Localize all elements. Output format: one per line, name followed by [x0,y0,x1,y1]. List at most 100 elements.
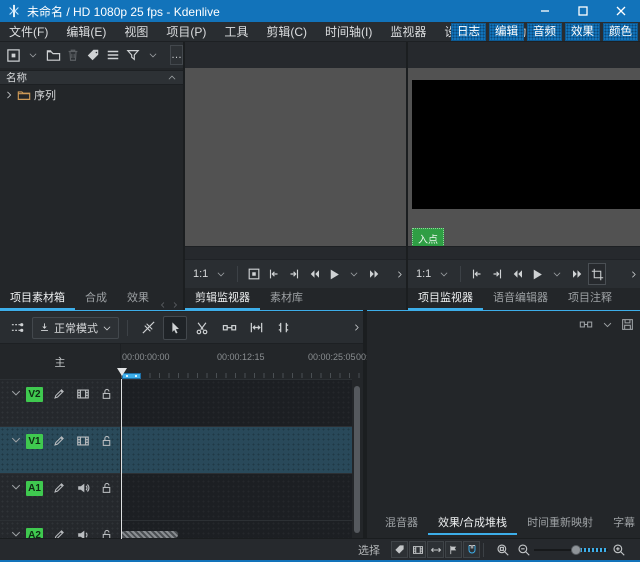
forward-button[interactable] [568,263,586,285]
track-lane-v1[interactable] [121,426,352,473]
toolbar-extender[interactable] [395,260,404,288]
slip-tool-button[interactable] [271,316,295,340]
spacer-tool-button[interactable] [217,316,241,340]
track-header-v2[interactable]: V2 [0,379,121,426]
play-button[interactable] [528,263,546,285]
tab-project-notes[interactable]: 项目注释 [558,288,622,310]
filter-button[interactable] [124,44,142,66]
snap-toggle-button[interactable] [463,541,480,558]
markers-toggle-button[interactable] [445,541,462,558]
tab-clip-monitor[interactable]: 剪辑监视器 [185,288,260,310]
create-folder-button[interactable] [44,44,62,66]
view-list-button[interactable] [104,44,122,66]
track-header-a1[interactable]: A1 [0,473,121,520]
tab-mixer[interactable]: 混音器 [375,513,428,535]
forward-button[interactable] [365,263,383,285]
track-effects-icon[interactable] [53,481,66,494]
play-button[interactable] [325,263,343,285]
zoom-in-button[interactable] [610,541,628,559]
workspace-logging[interactable]: 日志 [451,23,486,41]
tab-effects[interactable]: 效果 [117,288,159,310]
zoom-dropdown-icon[interactable] [435,263,453,285]
monitor-zone-button[interactable] [245,263,263,285]
zoom-fit-button[interactable] [494,541,512,559]
lock-track-icon[interactable] [100,434,113,447]
project-monitor-seek-ruler[interactable] [408,246,640,259]
add-clip-button[interactable] [4,44,22,66]
menu-tool[interactable]: 工具 [215,22,257,42]
hide-video-icon[interactable] [76,387,90,401]
project-monitor-screen[interactable]: 入点 [408,68,640,249]
workspace-audio[interactable]: 音频 [527,23,562,41]
clip-monitor-screen[interactable] [185,68,406,246]
tab-project-monitor[interactable]: 项目监视器 [408,288,483,310]
menu-timeline[interactable]: 时间轴(I) [316,22,381,42]
close-button[interactable] [602,0,640,22]
toolbar-extender[interactable] [629,260,638,288]
rewind-button[interactable] [305,263,323,285]
tag-button[interactable] [84,44,102,66]
hide-video-icon[interactable] [76,434,90,448]
menu-monitor[interactable]: 监视器 [381,22,435,42]
track-header-v1[interactable]: V1 [0,426,121,473]
zone-in-button[interactable] [468,263,486,285]
resize-tool-button[interactable] [244,316,268,340]
tab-project-bin[interactable]: 项目素材箱 [0,288,75,310]
rewind-button[interactable] [508,263,526,285]
slider-handle[interactable] [571,544,581,555]
tab-effect-stack[interactable]: 效果/合成堆栈 [428,513,518,535]
track-badge[interactable]: A1 [26,481,43,496]
tab-time-remap[interactable]: 时间重新映射 [517,513,603,535]
mute-track-icon[interactable] [76,481,90,495]
menu-clip[interactable]: 剪辑(C) [257,22,316,42]
playhead-line[interactable] [121,379,122,539]
maximize-button[interactable] [564,0,602,22]
tab-library[interactable]: 素材库 [260,288,313,310]
filter-dropdown-icon[interactable] [144,44,162,66]
tab-scroll-arrows[interactable] [159,300,183,310]
save-effect-stack-icon[interactable] [621,318,634,331]
edit-mode-dropdown[interactable]: 正常模式 [32,316,119,339]
razor-tool-button[interactable] [190,316,214,340]
video-thumbnails-toggle-button[interactable] [409,541,426,558]
track-effects-icon[interactable] [53,387,66,400]
menu-file[interactable]: 文件(F) [0,22,57,42]
tab-speech-editor[interactable]: 语音编辑器 [483,288,558,310]
mix-clips-button[interactable] [136,316,160,340]
play-dropdown-icon[interactable] [345,263,363,285]
minimize-button[interactable] [526,0,564,22]
workspace-effects[interactable]: 效果 [565,23,600,41]
collapse-chevron-icon[interactable] [10,387,22,399]
zoom-out-button[interactable] [515,541,533,559]
timeline-vertical-scrollbar[interactable] [354,386,360,533]
menu-edit[interactable]: 编辑(E) [57,22,115,42]
zone-in-button[interactable] [265,263,283,285]
zoom-dropdown-icon[interactable] [212,263,230,285]
track-badge[interactable]: V1 [26,434,43,449]
lock-track-icon[interactable] [100,387,113,400]
toolbar-extender[interactable] [352,312,361,343]
workspace-color[interactable]: 颜色 [603,23,638,41]
zone-out-button[interactable] [285,263,303,285]
zone-crop-button[interactable] [588,263,607,285]
track-compositing-button[interactable] [5,316,29,340]
tab-subtitles[interactable]: 字幕 [603,513,640,535]
timeline-master-button[interactable]: 主 [0,344,121,379]
bin-overflow-button[interactable]: … [170,45,183,65]
audio-thumbnails-toggle-button[interactable] [427,541,444,558]
expand-chevron-icon[interactable] [4,90,14,100]
zone-out-button[interactable] [488,263,506,285]
chevron-down-icon[interactable] [602,319,613,330]
tags-toggle-button[interactable] [391,541,408,558]
selection-tool-button[interactable] [163,315,187,340]
bin-item-sequences[interactable]: 序列 [0,87,183,103]
menu-project[interactable]: 项目(P) [157,22,215,42]
clip-monitor-zoom-level[interactable]: 1:1 [193,268,208,280]
track-badge[interactable]: V2 [26,387,43,402]
track-lane-v2[interactable] [121,379,352,426]
lock-track-icon[interactable] [100,481,113,494]
workspace-editing[interactable]: 编辑 [489,23,524,41]
timeline-ruler[interactable]: 00:00:00:00 00:00:12:15 00:00:25:05 00: [121,344,369,379]
bin-name-column-header[interactable]: 名称 [0,70,183,85]
tab-compositions[interactable]: 合成 [75,288,117,310]
